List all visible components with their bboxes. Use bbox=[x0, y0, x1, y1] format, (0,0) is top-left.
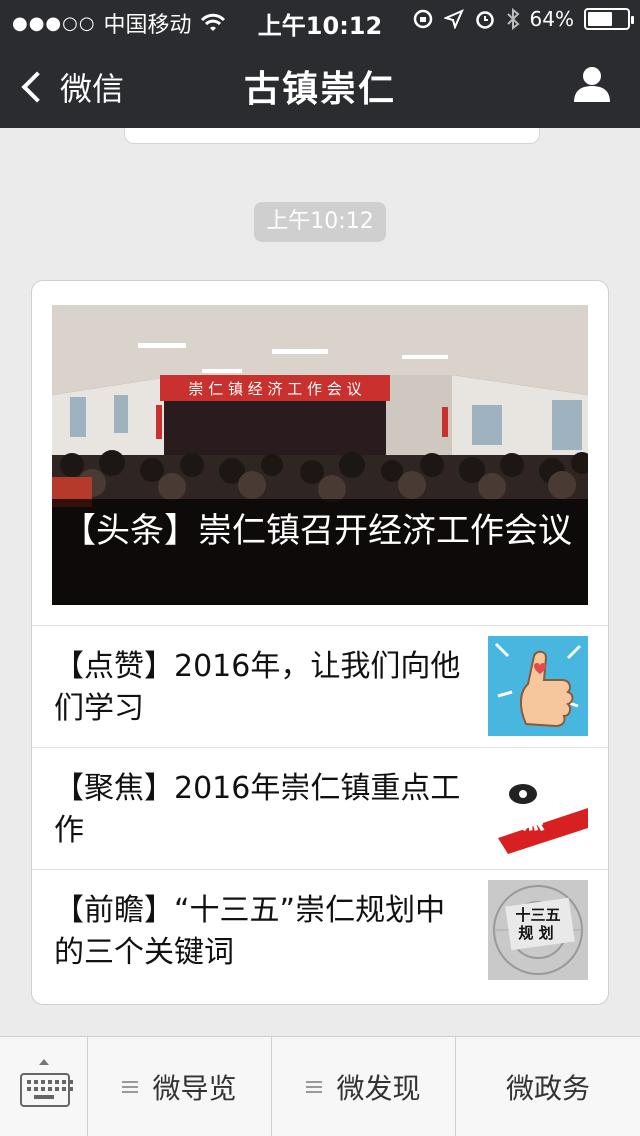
menu-label: 微政务 bbox=[505, 1072, 590, 1105]
article-title: 【聚焦】2016年崇仁镇重点工作 bbox=[54, 771, 461, 848]
menu-tour-button[interactable]: 微导览 bbox=[88, 1037, 272, 1136]
navigation-bar: 微信 古镇崇仁 bbox=[0, 40, 640, 128]
alarm-clock-icon bbox=[475, 11, 494, 29]
menu-government-button[interactable]: 微政务 bbox=[456, 1037, 640, 1136]
rotation-lock-icon bbox=[413, 9, 432, 29]
menu-label: 微发现 bbox=[336, 1072, 421, 1105]
menu-lines-icon bbox=[306, 1078, 323, 1096]
article-title: 【点赞】2016年，让我们向他们学习 bbox=[54, 649, 461, 726]
menu-discover-button[interactable]: 微发现 bbox=[272, 1037, 456, 1136]
svg-text:崇 仁 镇 经 济 工 作 会 议: 崇 仁 镇 经 济 工 作 会 议 bbox=[188, 380, 361, 398]
keyboard-icon bbox=[20, 1073, 73, 1107]
keyboard-toggle-button[interactable] bbox=[0, 1037, 88, 1136]
message-timestamp: 上午10:12 bbox=[254, 202, 386, 242]
thumbs-up-thumbnail bbox=[488, 636, 588, 736]
battery-icon bbox=[584, 8, 634, 30]
planning-thumbnail: 十三五 规 划 bbox=[488, 880, 588, 980]
svg-text:规 划: 规 划 bbox=[518, 924, 553, 942]
article-card: 崇 仁 镇 经 济 工 作 会 议 【头条】崇仁镇召开经济工作会议 【点赞】20… bbox=[31, 280, 609, 1005]
user-profile-icon[interactable] bbox=[572, 64, 612, 104]
page-title: 古镇崇仁 bbox=[243, 69, 396, 110]
list-item[interactable]: 【前瞻】“十三五”崇仁规划中的三个关键词 十三五 规 划 bbox=[32, 869, 608, 991]
cover-article[interactable]: 崇 仁 镇 经 济 工 作 会 议 【头条】崇仁镇召开经济工作会议 bbox=[52, 305, 588, 605]
previous-message-card bbox=[124, 128, 540, 144]
list-item[interactable]: 【点赞】2016年，让我们向他们学习 bbox=[32, 625, 608, 747]
list-item[interactable]: 【聚焦】2016年崇仁镇重点工作 聚焦 bbox=[32, 747, 608, 869]
cover-caption: 【头条】崇仁镇召开经济工作会议 bbox=[52, 499, 588, 605]
bluetooth-icon bbox=[506, 8, 520, 30]
bottom-menu-bar: 微导览 微发现 微政务 bbox=[0, 1036, 640, 1136]
arrow-up-icon bbox=[39, 1059, 49, 1065]
location-arrow-icon bbox=[443, 9, 464, 29]
article-title: 【前瞻】“十三五”崇仁规划中的三个关键词 bbox=[54, 893, 446, 970]
menu-label: 微导览 bbox=[152, 1072, 237, 1105]
menu-lines-icon bbox=[122, 1078, 139, 1096]
svg-text:聚焦: 聚焦 bbox=[499, 808, 544, 834]
battery-percent: 64% bbox=[529, 7, 574, 31]
svg-text:十三五: 十三五 bbox=[515, 906, 560, 924]
focus-thumbnail: 聚焦 bbox=[488, 758, 588, 858]
status-bar: ●●●○○ 中国移动 上午10:12 64% bbox=[0, 0, 640, 40]
